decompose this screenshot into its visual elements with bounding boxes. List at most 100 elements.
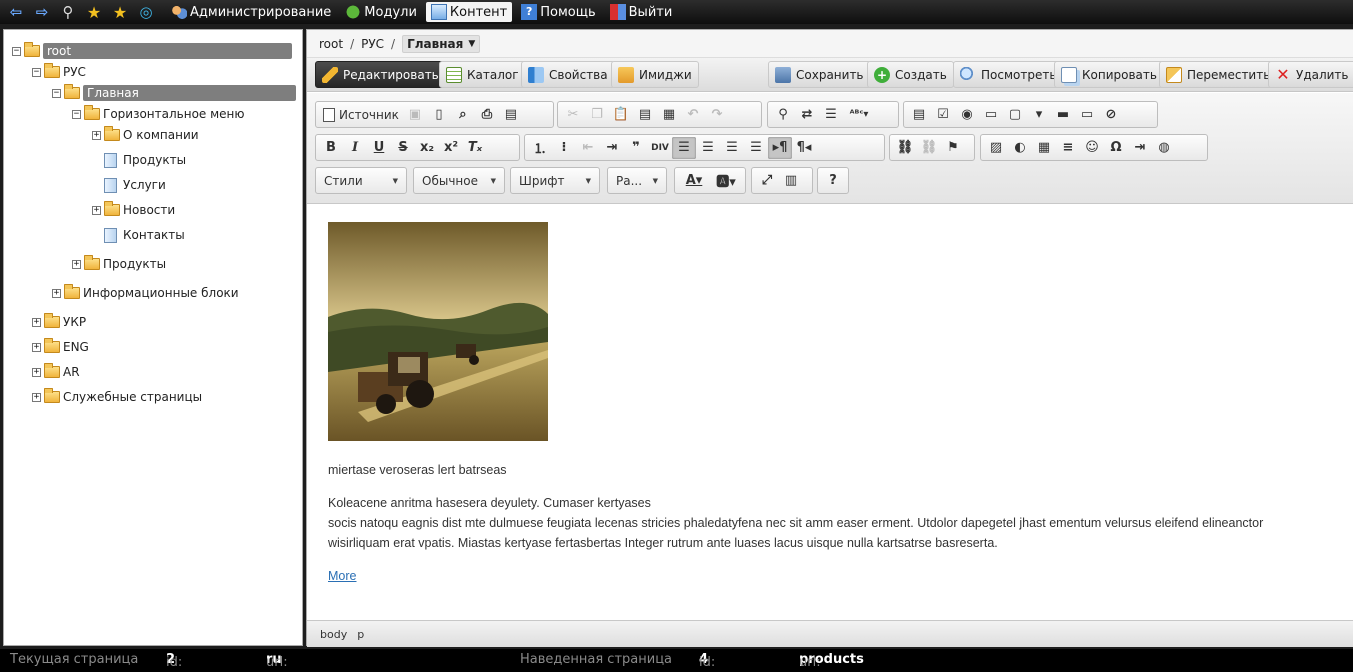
bg-color-icon[interactable]: 🅰▾ bbox=[710, 170, 742, 192]
paragraph-line[interactable]: wisirliquam erat vpatis. Miastas kertyas… bbox=[328, 533, 998, 553]
copy-button[interactable]: Копировать bbox=[1054, 61, 1164, 88]
tree-node-main[interactable]: − Главная bbox=[52, 84, 296, 102]
justify-icon[interactable]: ☰ bbox=[744, 137, 768, 159]
flash-icon[interactable]: ◐ bbox=[1008, 137, 1032, 159]
breadcrumb-root[interactable]: root bbox=[319, 37, 343, 51]
textfield-icon[interactable]: ▭ bbox=[979, 104, 1003, 126]
paragraph-line[interactable]: socis natoqu eagnis dist mte dulmuese fe… bbox=[328, 513, 1338, 533]
tree-node-root[interactable]: − root bbox=[12, 42, 292, 60]
catalog-button[interactable]: Каталог bbox=[439, 61, 526, 88]
table-insert-icon[interactable]: ▦ bbox=[1032, 137, 1056, 159]
print-icon[interactable]: ⎙ bbox=[475, 104, 499, 126]
bulleted-list-icon[interactable]: ⁝ bbox=[552, 137, 576, 159]
cut-icon[interactable]: ✂ bbox=[561, 104, 585, 126]
collapse-icon[interactable]: − bbox=[72, 109, 81, 119]
save-doc-icon[interactable]: ▣ bbox=[403, 104, 427, 126]
collapse-icon[interactable]: − bbox=[12, 46, 21, 56]
favorite-star-icon[interactable]: ★ bbox=[84, 2, 104, 22]
expand-icon[interactable]: + bbox=[72, 259, 81, 269]
path-body[interactable]: body bbox=[320, 628, 347, 641]
tree-node-eng[interactable]: + ENG bbox=[32, 338, 89, 356]
smiley-icon[interactable]: ☺ bbox=[1080, 137, 1104, 159]
path-p[interactable]: p bbox=[357, 628, 364, 641]
tree-node-ar[interactable]: + AR bbox=[32, 363, 80, 381]
tree-node-hmenu[interactable]: − Горизонтальное меню bbox=[72, 105, 245, 123]
styles-select[interactable]: Стили ▼ bbox=[315, 167, 407, 194]
remove-format-icon[interactable]: Tₓ bbox=[463, 137, 487, 159]
unlink-icon[interactable]: ⛓ bbox=[917, 137, 941, 159]
redo-icon[interactable]: ↷ bbox=[705, 104, 729, 126]
tree-node-infoblocks[interactable]: + Информационные блоки bbox=[52, 284, 239, 302]
collapse-icon[interactable]: − bbox=[32, 67, 41, 77]
blockquote-icon[interactable]: ❞ bbox=[624, 137, 648, 159]
image-caption[interactable]: miertase veroseras lert batrseas bbox=[328, 460, 507, 480]
favorite-star-icon-2[interactable]: ★ bbox=[110, 2, 130, 22]
forward-icon[interactable]: ⇨ bbox=[32, 2, 52, 22]
underline-icon[interactable]: U bbox=[367, 137, 391, 159]
tree-node-about[interactable]: + О компании bbox=[92, 126, 199, 144]
refresh-icon[interactable]: ◎ bbox=[136, 2, 156, 22]
align-left-icon[interactable]: ☰ bbox=[672, 136, 696, 159]
hidden-field-icon[interactable]: ⊘ bbox=[1099, 104, 1123, 126]
more-link[interactable]: More bbox=[328, 566, 356, 586]
tree-node-products-page[interactable]: Продукты bbox=[104, 151, 186, 169]
paste-word-icon[interactable]: ▦ bbox=[657, 104, 681, 126]
show-blocks-icon[interactable]: ▥ bbox=[779, 170, 803, 192]
search-icon[interactable]: ⚲ bbox=[58, 2, 78, 22]
source-button[interactable]: Источник bbox=[319, 104, 403, 126]
expand-icon[interactable]: + bbox=[32, 342, 41, 352]
text-color-icon[interactable]: A▾ bbox=[678, 170, 710, 192]
menu-administration[interactable]: Администрирование bbox=[166, 2, 336, 22]
checkbox-icon[interactable]: ☑ bbox=[931, 104, 955, 126]
strike-icon[interactable]: S bbox=[391, 137, 415, 159]
align-right-icon[interactable]: ☰ bbox=[720, 137, 744, 159]
div-icon[interactable]: DIV bbox=[648, 137, 672, 159]
radio-icon[interactable]: ◉ bbox=[955, 104, 979, 126]
expand-icon[interactable]: + bbox=[32, 392, 41, 402]
expand-icon[interactable]: + bbox=[52, 288, 61, 298]
menu-modules[interactable]: Модули bbox=[340, 2, 422, 22]
tree-node-news[interactable]: + Новости bbox=[92, 201, 175, 219]
link-icon[interactable]: ⛓ bbox=[893, 137, 917, 159]
align-center-icon[interactable]: ☰ bbox=[696, 137, 720, 159]
tree-node-products[interactable]: + Продукты bbox=[72, 255, 166, 273]
maximize-icon[interactable]: ⤢ bbox=[755, 170, 779, 192]
tree-node-ukr[interactable]: + УКР bbox=[32, 313, 86, 331]
menu-help[interactable]: ? Помощь bbox=[516, 2, 600, 22]
superscript-icon[interactable]: x² bbox=[439, 137, 463, 159]
menu-exit[interactable]: Выйти bbox=[605, 2, 678, 22]
special-char-icon[interactable]: Ω bbox=[1104, 137, 1128, 159]
move-button[interactable]: Переместить bbox=[1159, 61, 1278, 88]
help-button[interactable]: ? bbox=[821, 170, 845, 192]
anchor-flag-icon[interactable]: ⚑ bbox=[941, 137, 965, 159]
breadcrumb-current[interactable]: Главная ▼ bbox=[402, 34, 481, 53]
find-icon[interactable]: ⚲ bbox=[771, 104, 795, 126]
edit-button[interactable]: Редактировать bbox=[315, 61, 446, 88]
create-button[interactable]: + Создать bbox=[867, 61, 954, 88]
spellcheck-icon[interactable]: ᴬᴮᶜ▾ bbox=[843, 104, 875, 126]
preview-icon[interactable]: ⌕ bbox=[451, 104, 475, 126]
expand-icon[interactable]: + bbox=[92, 130, 101, 140]
paste-text-icon[interactable]: ▤ bbox=[633, 104, 657, 126]
copy-clip-icon[interactable]: ❐ bbox=[585, 104, 609, 126]
tree-node-service-pages[interactable]: + Служебные страницы bbox=[32, 388, 202, 406]
tree-node-services[interactable]: Услуги bbox=[104, 176, 166, 194]
view-button[interactable]: Посмотреть bbox=[953, 61, 1064, 88]
numbered-list-icon[interactable]: ⒈ bbox=[528, 137, 552, 159]
button-field-icon[interactable]: ▬ bbox=[1051, 104, 1075, 126]
expand-icon[interactable]: + bbox=[32, 317, 41, 327]
indent-icon[interactable]: ⇥ bbox=[600, 137, 624, 159]
size-select[interactable]: Ра... ▼ bbox=[607, 167, 667, 194]
replace-icon[interactable]: ⇄ bbox=[795, 104, 819, 126]
iframe-globe-icon[interactable]: ◍ bbox=[1152, 137, 1176, 159]
outdent-icon[interactable]: ⇤ bbox=[576, 137, 600, 159]
breadcrumb-rus[interactable]: РУС bbox=[361, 37, 384, 51]
expand-icon[interactable]: + bbox=[92, 205, 101, 215]
editor-content[interactable]: miertase veroseras lert batrseas Koleace… bbox=[307, 205, 1353, 619]
tree-node-contacts[interactable]: Контакты bbox=[104, 226, 185, 244]
paste-icon[interactable]: 📋 bbox=[609, 104, 633, 126]
delete-button[interactable]: ✕ Удалить bbox=[1268, 61, 1353, 88]
form-icon[interactable]: ▤ bbox=[907, 104, 931, 126]
collapse-icon[interactable]: − bbox=[52, 88, 61, 98]
page-break-icon[interactable]: ⇥ bbox=[1128, 137, 1152, 159]
